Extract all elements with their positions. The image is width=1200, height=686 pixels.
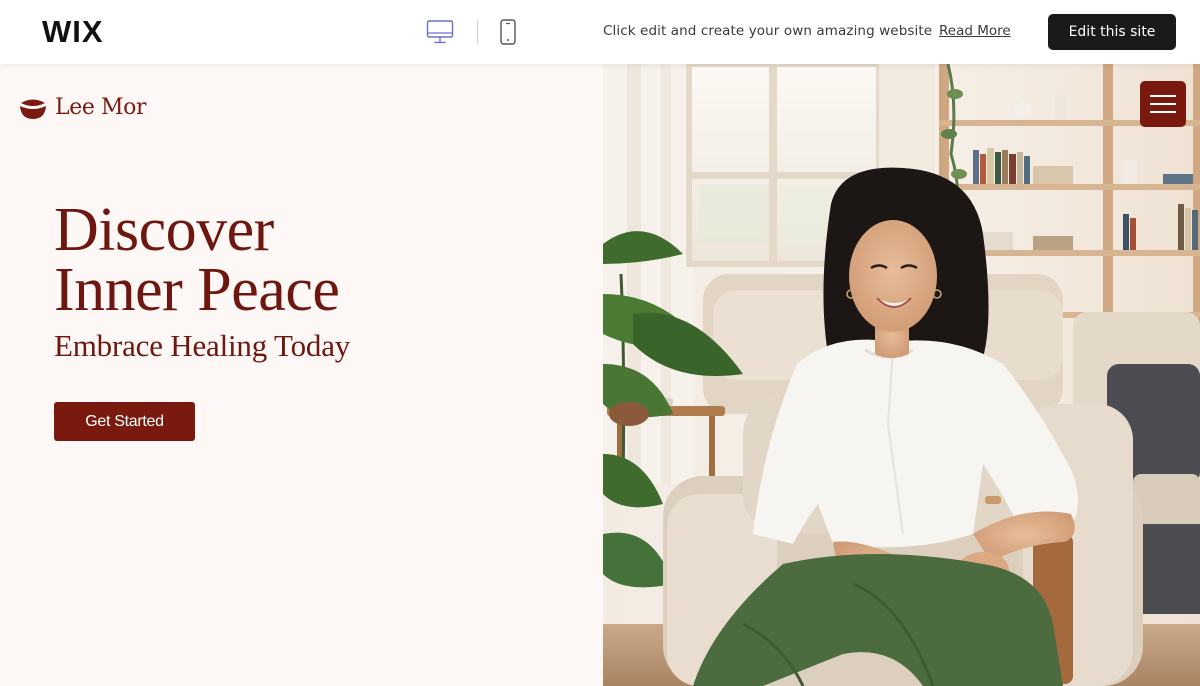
bowl-logo-icon: [20, 99, 46, 119]
get-started-button[interactable]: Get Started: [54, 402, 195, 441]
hero-photo: [603, 64, 1200, 686]
wix-logo[interactable]: WIX: [42, 15, 112, 47]
menu-line: [1150, 111, 1176, 113]
mobile-view-icon[interactable]: [496, 18, 526, 46]
menu-line: [1150, 95, 1176, 97]
edit-this-site-button[interactable]: Edit this site: [1048, 14, 1176, 50]
read-more-link[interactable]: Read More: [939, 23, 1011, 39]
device-divider: [477, 21, 478, 43]
brand-name: Lee Mor: [55, 94, 147, 120]
wix-top-bar: WIX Click edit and create your own amazi…: [0, 0, 1200, 64]
hero-subtitle: Embrace Healing Today: [54, 328, 351, 363]
hero-title-line-1: Discover: [54, 196, 274, 264]
site-brand[interactable]: Lee Mor: [19, 92, 147, 122]
hero-title-line-2: Inner Peace: [54, 256, 340, 324]
svg-text:WIX: WIX: [42, 15, 104, 47]
hamburger-menu-icon[interactable]: [1140, 81, 1186, 127]
site-hero-section: Lee Mor Discover Inner Peace Embrace Hea…: [0, 64, 1200, 686]
promo-text: Click edit and create your own amazing w…: [603, 23, 933, 39]
hero-title: Discover Inner Peace: [54, 196, 534, 324]
hero-text-panel: Lee Mor Discover Inner Peace Embrace Hea…: [0, 64, 603, 686]
menu-line: [1150, 103, 1176, 105]
hero-photo-panel: [603, 64, 1200, 686]
desktop-view-icon[interactable]: [425, 18, 455, 46]
